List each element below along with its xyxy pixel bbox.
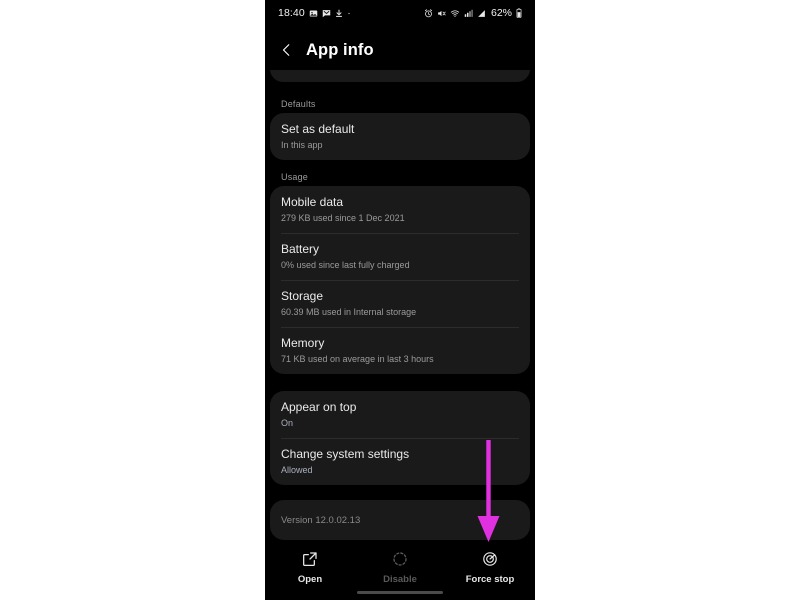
row-subtitle: 71 KB used on average in last 3 hours [281, 354, 434, 364]
section-label-usage: Usage [281, 172, 309, 182]
disable-button[interactable]: Disable [355, 543, 445, 585]
row-memory[interactable]: Memory 71 KB used on average in last 3 h… [270, 327, 530, 374]
row-title: Storage [281, 289, 324, 303]
back-chevron-icon[interactable] [278, 41, 296, 59]
battery-icon [516, 8, 522, 18]
row-change-system-settings[interactable]: Change system settings Allowed [270, 438, 530, 485]
row-title: Set as default [281, 122, 355, 136]
dot-icon [347, 9, 351, 18]
app-bar: App info [265, 30, 535, 70]
battery-percent-label: 62% [490, 7, 512, 19]
row-subtitle: On [281, 418, 294, 428]
version-card: Version 12.0.02.13 [270, 500, 530, 540]
permissions-card: Appear on top On Change system settings … [270, 391, 530, 485]
alarm-icon [424, 8, 433, 18]
row-title: Memory [281, 336, 325, 350]
row-title: Battery [281, 242, 320, 256]
volume-off-icon [437, 9, 446, 18]
disable-button-label: Disable [383, 574, 417, 585]
row-title: Change system settings [281, 447, 410, 461]
section-label-defaults: Defaults [281, 99, 316, 109]
photo-icon [309, 9, 318, 18]
status-bar: 18:40 62% [265, 0, 535, 26]
download-icon [335, 9, 343, 18]
signal-bars-icon [477, 9, 486, 18]
defaults-card: Set as default In this app [270, 113, 530, 160]
row-subtitle: Allowed [281, 465, 313, 475]
row-mobile-data[interactable]: Mobile data 279 KB used since 1 Dec 2021 [270, 186, 530, 233]
bottom-action-bar: Open Disable Force stop [265, 543, 535, 600]
row-subtitle: 60.39 MB used in Internal storage [281, 307, 417, 317]
status-bar-clock: 18:40 [278, 7, 305, 19]
wifi-icon [450, 9, 460, 18]
phone-screen: 18:40 62% App info Defaults Set as defau… [265, 0, 535, 600]
force-stop-icon [479, 548, 501, 570]
row-storage[interactable]: Storage 60.39 MB used in Internal storag… [270, 280, 530, 327]
row-title: Appear on top [281, 400, 357, 414]
open-button-label: Open [297, 574, 323, 585]
open-button[interactable]: Open [265, 543, 355, 585]
page-title: App info [306, 40, 374, 59]
row-set-as-default[interactable]: Set as default In this app [270, 113, 530, 160]
row-title: Mobile data [281, 195, 344, 209]
settings-scroll-area[interactable]: Unused Defaults Set as default In this a… [265, 70, 535, 543]
row-subtitle: In this app [281, 140, 323, 150]
screenshot-root: 18:40 62% App info Defaults Set as defau… [0, 0, 800, 600]
version-label: Version 12.0.02.13 [281, 514, 361, 526]
row-battery[interactable]: Battery 0% used since last fully charged [270, 233, 530, 280]
home-indicator[interactable] [357, 590, 443, 594]
row-subtitle: 0% used since last fully charged [281, 260, 410, 270]
row-subtitle: 279 KB used since 1 Dec 2021 [281, 213, 405, 223]
clipped-card-above[interactable]: Unused [270, 70, 530, 82]
status-bar-left: 18:40 [278, 7, 351, 19]
external-link-icon [299, 548, 321, 570]
messages-icon [322, 9, 331, 18]
usage-card: Mobile data 279 KB used since 1 Dec 2021… [270, 186, 530, 374]
row-appear-on-top[interactable]: Appear on top On [270, 391, 530, 438]
force-stop-button-label: Force stop [465, 574, 515, 585]
signal-roaming-icon [464, 9, 473, 18]
force-stop-button[interactable]: Force stop [445, 543, 535, 585]
status-bar-right: 62% [424, 7, 522, 19]
dashed-circle-icon [389, 548, 411, 570]
